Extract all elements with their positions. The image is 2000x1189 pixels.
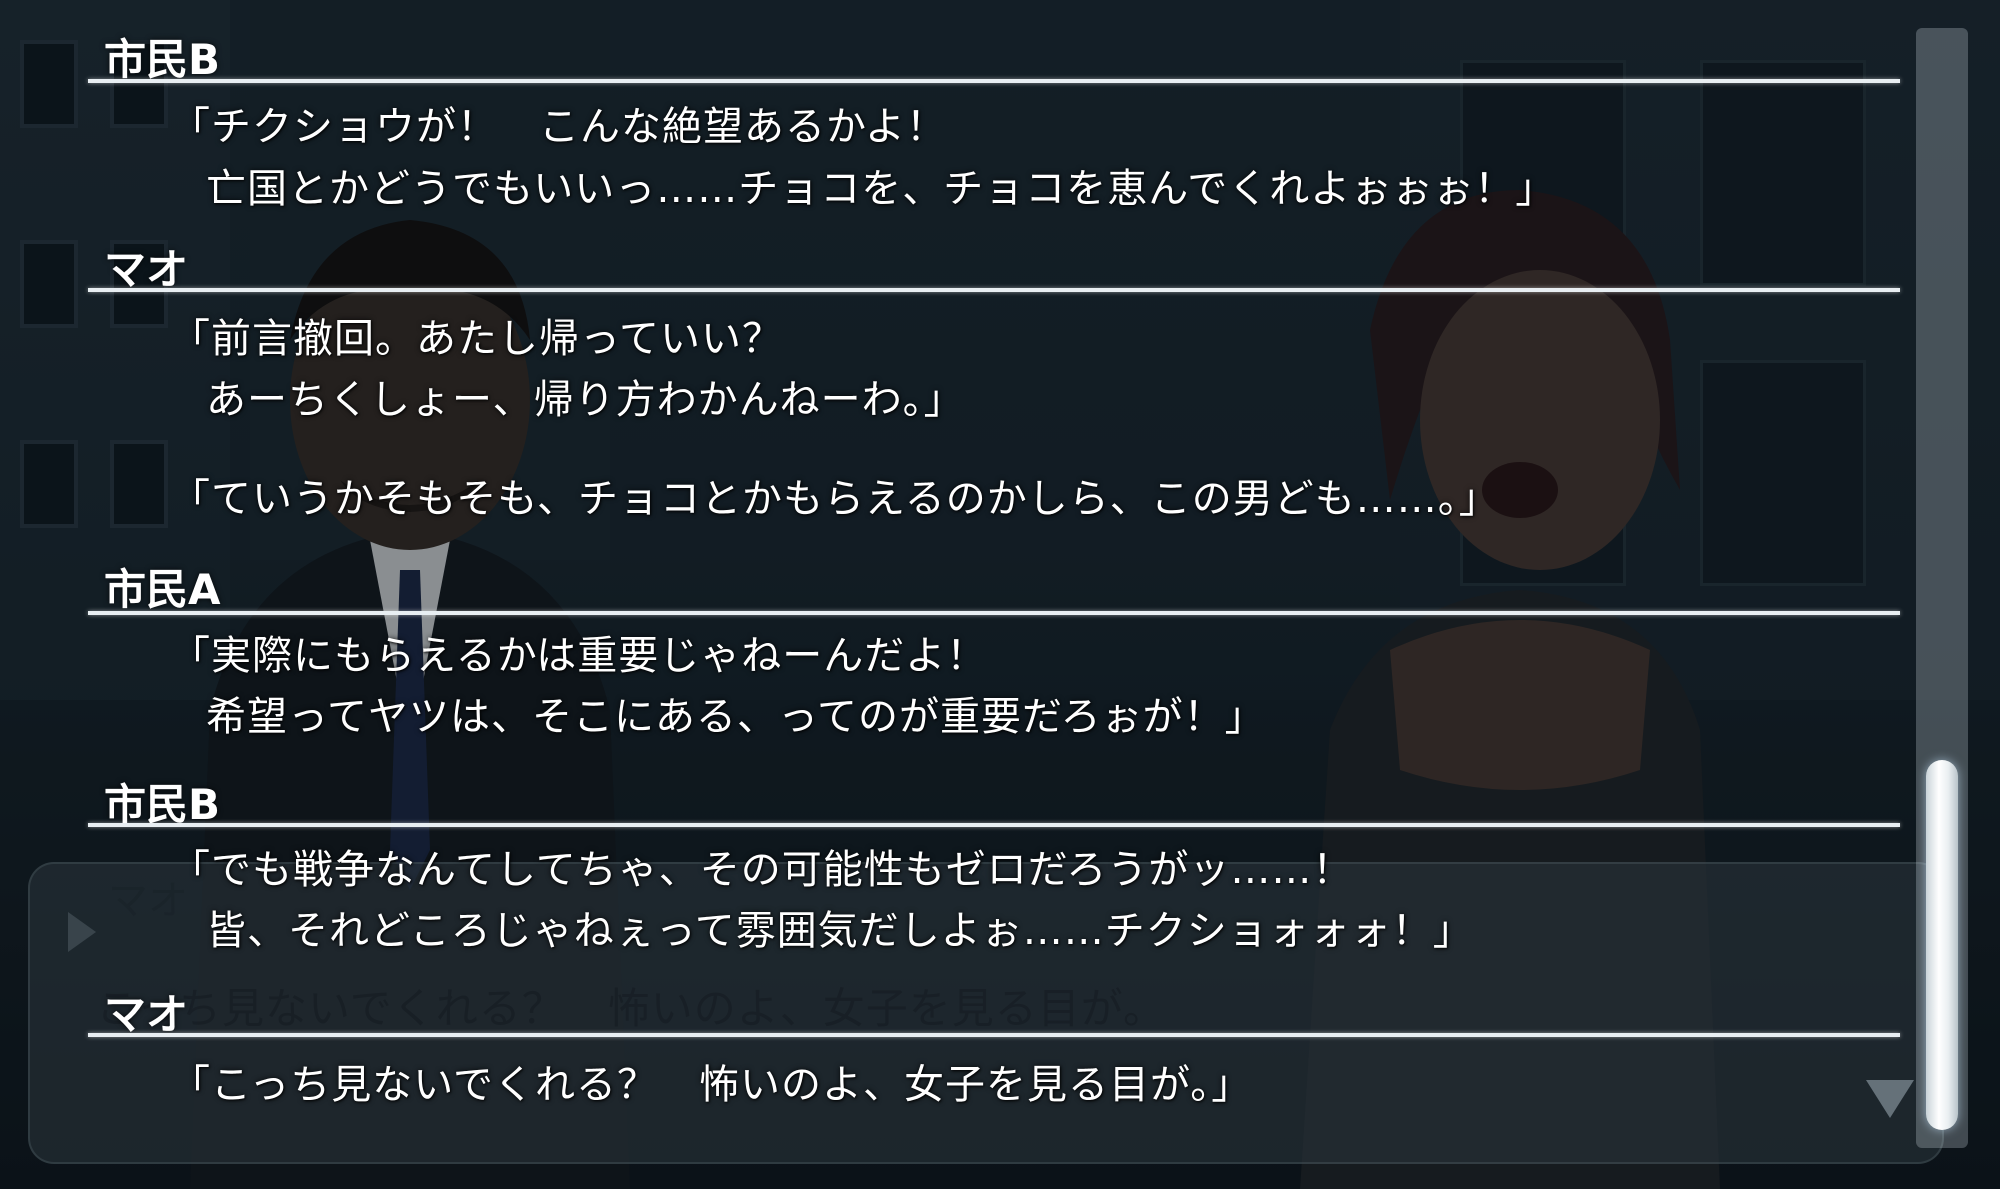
backlog-line[interactable]: 「前言撤回。あたし帰っていい？ <box>170 306 783 364</box>
backlog-panel[interactable]: 市民B 「チクショウが！ こんな絶望あるかよ！ 亡国とかどうでもいいっ……チョコ… <box>0 0 2000 1189</box>
backlog-line[interactable]: 「実際にもらえるかは重要じゃねーんだよ！ <box>170 623 987 681</box>
divider <box>88 823 1900 827</box>
backlog-line[interactable]: 「こっち見ないでくれる？ 怖いのよ、女子を見る目が。」 <box>170 1052 1252 1110</box>
backlog-line[interactable]: あーちくしょー、帰り方わかんねーわ。」 <box>206 367 965 425</box>
divider <box>88 288 1900 292</box>
scrollbar-thumb[interactable] <box>1926 760 1958 1130</box>
backlog-speaker: 市民B <box>104 35 221 84</box>
backlog-speaker: 市民A <box>104 565 221 614</box>
down-triangle-icon[interactable] <box>1866 1080 1914 1118</box>
backlog-line[interactable]: 「でも戦争なんてしてちゃ、その可能性もゼロだろうがッ……！ <box>170 837 1353 895</box>
backlog-line[interactable]: 希望ってヤツは、そこにある、ってのが重要だろぉが！」 <box>206 684 1266 742</box>
divider <box>88 1033 1900 1037</box>
backlog-line[interactable]: 皆、それどころじゃねぇって雰囲気だしよぉ……チクショォォォ！」 <box>206 898 1474 956</box>
backlog-line[interactable]: 「ていうかそもそも、チョコとかもらえるのかしら、この男ども……。」 <box>170 466 1500 524</box>
backlog-line[interactable]: 「チクショウが！ こんな絶望あるかよ！ <box>170 94 947 152</box>
backlog-line[interactable]: 亡国とかどうでもいいっ……チョコを、チョコを恵んでくれよぉぉぉ！」 <box>206 156 1556 214</box>
divider <box>88 611 1900 615</box>
divider <box>88 79 1900 83</box>
